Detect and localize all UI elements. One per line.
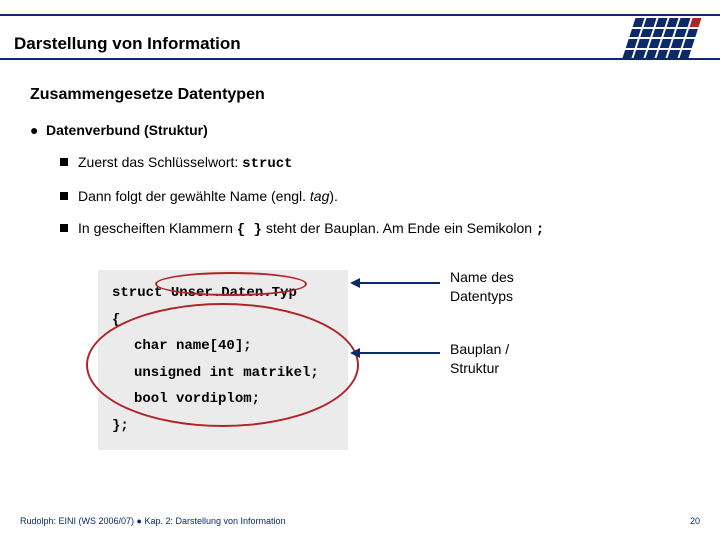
square-bullet-icon bbox=[60, 192, 68, 200]
annot2-line2: Struktur bbox=[450, 360, 499, 376]
bullet-item-1: Zuerst das Schlüsselwort: struct bbox=[60, 154, 700, 172]
arrow-typename bbox=[350, 277, 440, 289]
annot1-line1: Name des bbox=[450, 269, 514, 285]
item2-text: Dann folgt der gewählte Name (engl. bbox=[78, 188, 310, 204]
square-bullet-icon bbox=[60, 158, 68, 166]
annotation-body: Bauplan / Struktur bbox=[450, 340, 509, 378]
slide-title: Darstellung von Information bbox=[14, 34, 241, 54]
annotation-typename: Name des Datentyps bbox=[450, 268, 514, 306]
footer-left: Rudolph: EINI (WS 2006/07) ● Kap. 2: Dar… bbox=[20, 516, 286, 526]
item3-mid: steht der Bauplan. Am Ende ein Semikolon bbox=[262, 220, 536, 236]
top-divider bbox=[0, 14, 720, 16]
page-number: 20 bbox=[690, 516, 700, 526]
item1-text: Zuerst das Schlüsselwort: bbox=[78, 154, 242, 170]
lvl1-label: Datenverbund (Struktur) bbox=[46, 122, 208, 138]
highlight-circle-typename bbox=[155, 272, 307, 296]
item3-text: In gescheiften Klammern bbox=[78, 220, 237, 236]
bullet-item-2: Dann folgt der gewählte Name (engl. tag)… bbox=[60, 188, 700, 204]
brand-logo bbox=[623, 18, 702, 58]
highlight-circle-body bbox=[86, 303, 359, 427]
item2-italic: tag bbox=[310, 188, 329, 204]
item2-tail: ). bbox=[329, 188, 338, 204]
item1-code: struct bbox=[242, 156, 292, 172]
content-area: Zusammengesetze Datentypen ●Datenverbund… bbox=[30, 86, 700, 254]
subtitle: Zusammengesetze Datentypen bbox=[30, 86, 700, 104]
annot2-line1: Bauplan / bbox=[450, 341, 509, 357]
footer: Rudolph: EINI (WS 2006/07) ● Kap. 2: Dar… bbox=[20, 516, 700, 526]
annot1-line2: Datentyps bbox=[450, 288, 513, 304]
bullet-item-3: In gescheiften Klammern { } steht der Ba… bbox=[60, 220, 700, 238]
arrow-body bbox=[350, 347, 440, 359]
square-bullet-icon bbox=[60, 224, 68, 232]
item3-code2: ; bbox=[536, 222, 544, 238]
title-rule bbox=[0, 58, 720, 60]
item3-code: { } bbox=[237, 222, 262, 238]
bullet-lvl1: ●Datenverbund (Struktur) bbox=[30, 122, 700, 138]
